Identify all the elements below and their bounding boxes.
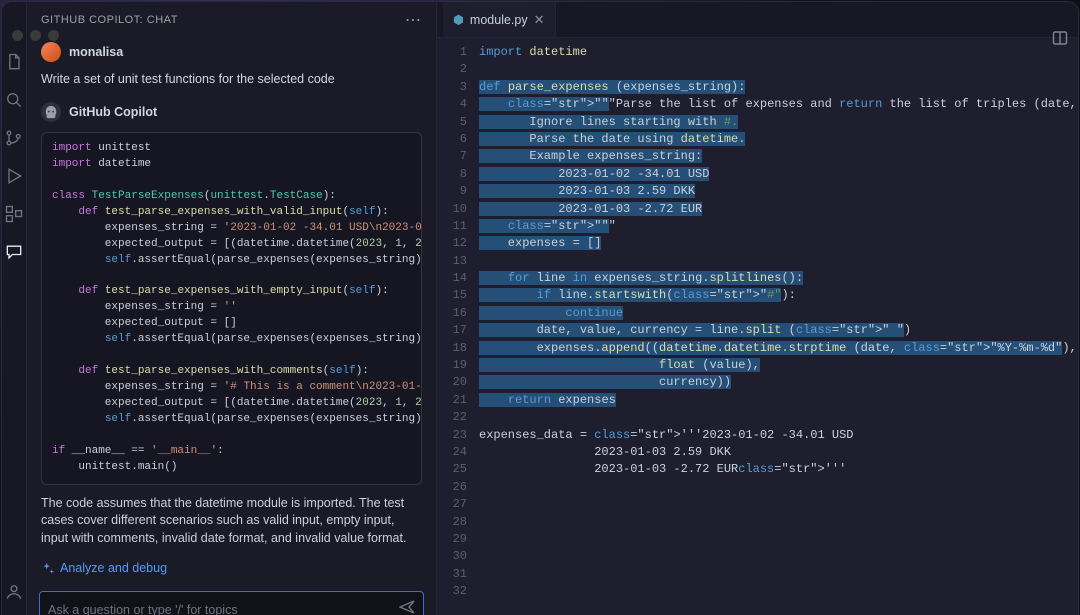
run-debug-icon[interactable] — [2, 164, 26, 188]
window-controls[interactable] — [12, 30, 59, 41]
chat-explanation: The code assumes that the datetime modul… — [41, 495, 422, 548]
chat-more-icon[interactable]: ⋯ — [405, 10, 422, 30]
source-control-icon[interactable] — [2, 126, 26, 150]
tab-module-py[interactable]: ⬢ module.py ✕ — [443, 2, 556, 37]
copilot-chat-panel: GITHUB COPILOT: CHAT ⋯ monalisa Write a … — [27, 2, 437, 615]
chat-code-block[interactable]: import unittest import datetime class Te… — [41, 132, 422, 485]
chat-input[interactable] — [39, 591, 424, 615]
tab-bar: ⬢ module.py ✕ ⋯ — [437, 2, 1078, 38]
user-avatar — [41, 42, 61, 62]
copilot-avatar-icon — [41, 102, 61, 122]
activity-bar — [2, 2, 27, 615]
bot-name: GitHub Copilot — [69, 105, 157, 119]
user-message: Write a set of unit test functions for t… — [41, 72, 422, 86]
tab-label: module.py — [470, 13, 528, 27]
editor-group: ⬢ module.py ✕ ⋯ 123456789101112131415161… — [437, 2, 1078, 615]
sparkle-icon — [41, 562, 54, 575]
extensions-icon[interactable] — [2, 202, 26, 226]
chat-icon[interactable] — [2, 240, 26, 264]
analyze-and-debug-link[interactable]: Analyze and debug — [41, 557, 422, 577]
code-content[interactable]: import datetimedef parse_expenses (expen… — [479, 44, 1078, 615]
chat-panel-title: GITHUB COPILOT: CHAT — [41, 14, 178, 26]
account-icon[interactable] — [2, 580, 26, 604]
send-icon[interactable] — [399, 599, 415, 615]
files-icon[interactable] — [2, 50, 26, 74]
code-editor[interactable]: 1234567891011121314151617181920212223242… — [437, 38, 1078, 615]
user-name: monalisa — [69, 45, 123, 59]
line-gutter: 1234567891011121314151617181920212223242… — [437, 44, 479, 615]
python-file-icon: ⬢ — [453, 12, 464, 27]
chat-input-field[interactable] — [48, 603, 399, 615]
search-icon[interactable] — [2, 88, 26, 112]
layout-toggle-icon[interactable] — [1052, 30, 1068, 51]
close-tab-icon[interactable]: ✕ — [534, 12, 545, 28]
